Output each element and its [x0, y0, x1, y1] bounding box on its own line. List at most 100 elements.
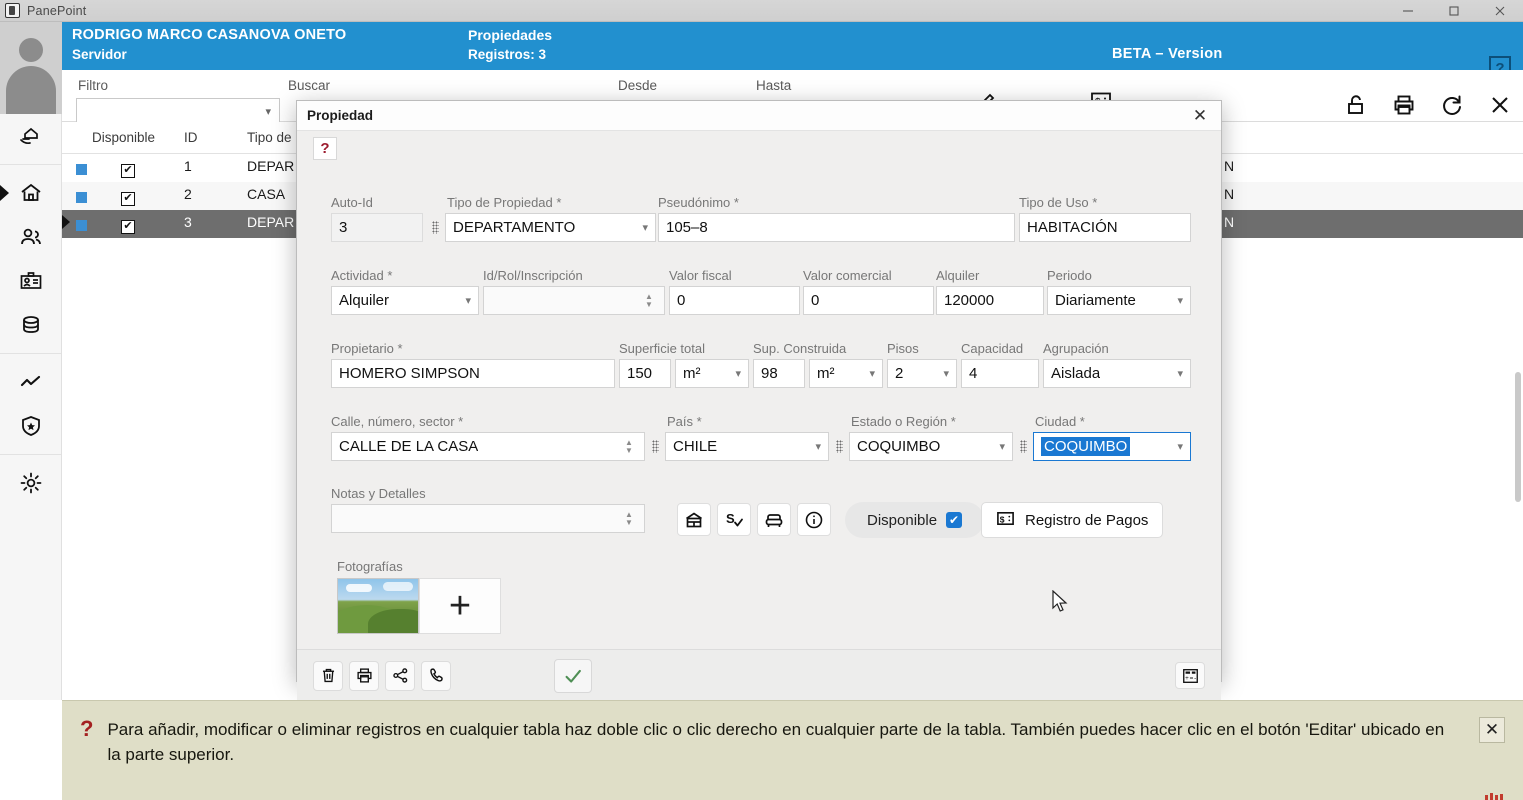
info-icon-button[interactable]: [797, 503, 831, 536]
id-rol-input[interactable]: ▲ ▼: [483, 286, 665, 315]
calculator-button[interactable]: + = -: [1175, 662, 1205, 689]
property-icon-button[interactable]: [677, 503, 711, 536]
delete-button[interactable]: [313, 660, 343, 691]
tipo-propiedad-select[interactable]: DEPARTAMENTO ▾: [445, 213, 656, 242]
id-rol-stepper[interactable]: ▲ ▼: [641, 286, 657, 315]
estado-value: COQUIMBO: [857, 438, 941, 455]
notas-input[interactable]: ▲ ▼: [331, 504, 645, 533]
estado-label: Estado o Región *: [851, 414, 956, 429]
confirm-button[interactable]: [554, 658, 592, 693]
sidebar-item-clients[interactable]: [0, 215, 62, 259]
maximize-icon[interactable]: [1431, 0, 1477, 22]
pisos-select[interactable]: 2 ▾: [887, 359, 957, 388]
chevron-down-icon: ▾: [642, 222, 648, 234]
sidebar-item-properties[interactable]: [0, 171, 62, 215]
print-icon[interactable]: [1391, 92, 1417, 118]
help-banner-close-button[interactable]: ✕: [1479, 717, 1505, 743]
estado-grip-icon[interactable]: [833, 432, 846, 461]
valor-fiscal-input[interactable]: 0: [669, 286, 800, 315]
gear-icon: [18, 470, 44, 496]
pais-grip-icon[interactable]: [649, 432, 662, 461]
sidebar-item-database[interactable]: [0, 303, 62, 347]
disponible-checkbox[interactable]: ✔: [946, 512, 963, 528]
row-tipo: DEPAR: [247, 158, 295, 174]
row-id: 3: [184, 214, 192, 230]
row-checkbox[interactable]: ✔: [121, 163, 135, 178]
share-button[interactable]: [385, 660, 415, 691]
quick-actions: S: [677, 503, 831, 536]
row-checkbox[interactable]: ✔: [121, 191, 135, 206]
calle-input[interactable]: CALLE DE LA CASA ▲ ▼: [331, 432, 645, 461]
svg-text:S: S: [726, 511, 735, 526]
dialog-help-button[interactable]: ?: [313, 137, 337, 160]
minimize-icon[interactable]: [1385, 0, 1431, 22]
sup-construida-input[interactable]: 98: [753, 359, 805, 388]
calle-stepper[interactable]: ▲ ▼: [621, 432, 637, 461]
valor-fiscal-value: 0: [677, 292, 686, 309]
add-photo-button[interactable]: +: [419, 578, 501, 634]
tipo-propiedad-value: DEPARTAMENTO: [453, 219, 576, 236]
sidebar-item-contracts[interactable]: [0, 259, 62, 303]
pseudonimo-input[interactable]: 105–8: [658, 213, 1015, 242]
sidebar-item-settings[interactable]: [0, 461, 62, 505]
table-scrollbar[interactable]: [1515, 372, 1521, 502]
valor-comercial-label: Valor comercial: [803, 268, 892, 283]
furniture-icon-button[interactable]: [757, 503, 791, 536]
tipo-propiedad-grip-icon[interactable]: [429, 213, 442, 242]
payment-check-icon-button[interactable]: S: [717, 503, 751, 536]
disponible-toggle[interactable]: Disponible ✔: [845, 502, 985, 538]
close-icon[interactable]: [1477, 0, 1523, 22]
availability-marker: [76, 192, 87, 203]
pisos-label: Pisos: [887, 341, 919, 356]
call-button[interactable]: [421, 660, 451, 691]
unlock-icon[interactable]: [1343, 92, 1369, 118]
help-banner: ? Para añadir, modificar o eliminar regi…: [62, 700, 1523, 800]
sidebar-item-reports[interactable]: [0, 360, 62, 404]
taskbar-indicator: [1483, 788, 1505, 800]
row-selection-marker: [62, 215, 70, 229]
home-icon: [18, 180, 44, 206]
refresh-icon[interactable]: [1439, 92, 1465, 118]
sidebar-item-handover[interactable]: [0, 114, 62, 158]
periodo-select[interactable]: Diariamente ▾: [1047, 286, 1191, 315]
row-checkbox[interactable]: ✔: [121, 219, 135, 234]
photo-thumbnail[interactable]: [337, 578, 419, 634]
ciudad-select[interactable]: COQUIMBO ▾: [1033, 432, 1191, 461]
sidebar-item-security[interactable]: [0, 404, 62, 448]
dialog-close-button[interactable]: ✕: [1185, 103, 1215, 129]
dialog-titlebar: Propiedad ✕: [297, 101, 1221, 131]
row-tail: N: [1224, 158, 1235, 174]
actividad-select[interactable]: Alquiler ▾: [331, 286, 479, 315]
photo-hill: [368, 609, 418, 633]
close-window-icon[interactable]: [1487, 92, 1513, 118]
ciudad-grip-icon[interactable]: [1017, 432, 1030, 461]
valor-comercial-input[interactable]: 0: [803, 286, 934, 315]
availability-marker: [76, 164, 87, 175]
agrupacion-select[interactable]: Aislada ▾: [1043, 359, 1191, 388]
auto-id-field: 3: [331, 213, 423, 242]
superficie-total-unit-select[interactable]: m² ▾: [675, 359, 749, 388]
filter-select[interactable]: ▾: [76, 98, 280, 124]
fotografias-label: Fotografías: [337, 559, 403, 574]
capacidad-input[interactable]: 4: [961, 359, 1039, 388]
header-section-title: Propiedades: [468, 27, 553, 43]
id-rol-label: Id/Rol/Inscripción: [483, 268, 583, 283]
pais-select[interactable]: CHILE ▾: [665, 432, 829, 461]
alquiler-input[interactable]: 120000: [936, 286, 1044, 315]
notas-stepper[interactable]: ▲ ▼: [621, 504, 637, 533]
agrupacion-value: Aislada: [1051, 365, 1101, 382]
print-button[interactable]: [349, 660, 379, 691]
sup-construida-unit-select[interactable]: m² ▾: [809, 359, 883, 388]
tipo-uso-input[interactable]: HABITACIÓN: [1019, 213, 1191, 242]
registro-pagos-button[interactable]: $ Registro de Pagos: [981, 502, 1164, 538]
chevron-down-icon: ▾: [999, 441, 1005, 453]
superficie-total-input[interactable]: 150: [619, 359, 671, 388]
chevron-down-icon: ▾: [943, 368, 949, 380]
header-user-name: RODRIGO MARCO CASANOVA ONETO: [72, 27, 347, 43]
col-id: ID: [184, 130, 198, 145]
propietario-input[interactable]: HOMERO SIMPSON: [331, 359, 615, 388]
header-user-role: Servidor: [72, 47, 127, 62]
estado-select[interactable]: COQUIMBO ▾: [849, 432, 1013, 461]
sup-construida-value: 98: [761, 365, 778, 382]
line-chart-icon: [18, 369, 44, 395]
